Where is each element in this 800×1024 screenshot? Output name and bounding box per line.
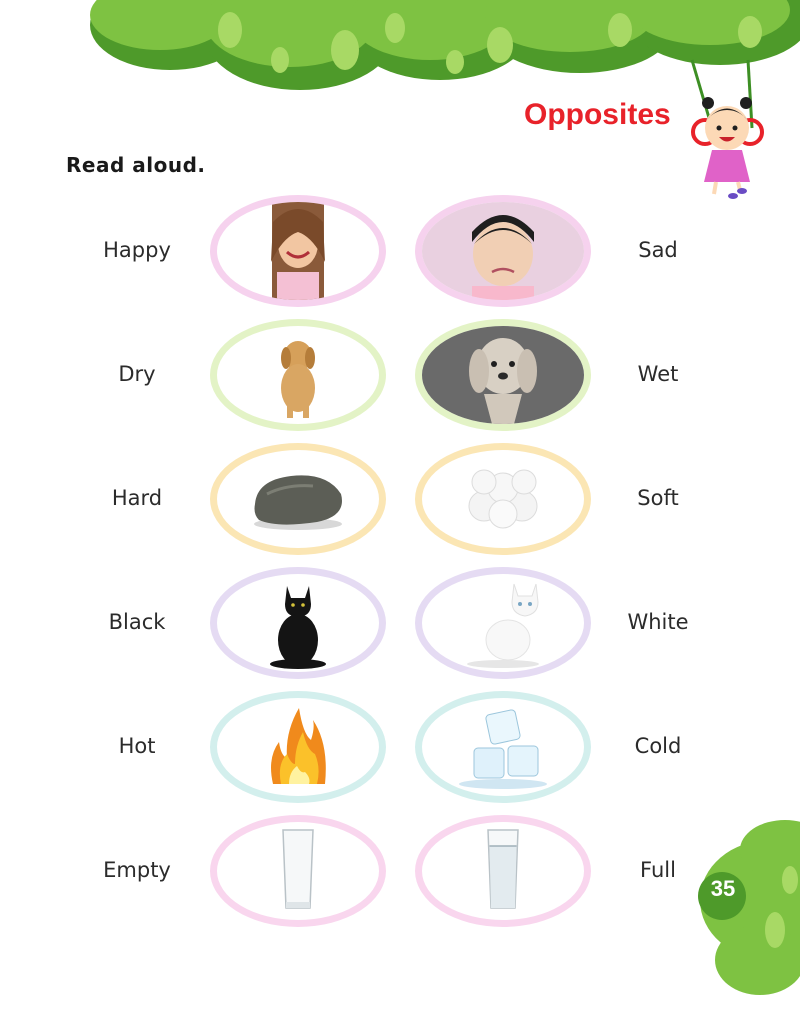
word-hot: Hot <box>118 734 156 758</box>
cotton-balls-photo <box>415 443 591 555</box>
pair-row-black-white: Black White <box>0 567 800 679</box>
word-soft: Soft <box>637 486 679 510</box>
smiling-girl-photo <box>210 195 386 307</box>
word-full: Full <box>640 858 676 882</box>
empty-glass-photo <box>210 815 386 927</box>
fire-photo <box>210 691 386 803</box>
word-hard: Hard <box>111 486 163 510</box>
pair-row-dry-wet: Dry Wet <box>0 319 800 431</box>
word-dry: Dry <box>118 362 156 386</box>
sad-toddler-photo <box>415 195 591 307</box>
word-wet: Wet <box>637 362 679 386</box>
word-happy: Happy <box>103 238 171 262</box>
word-sad: Sad <box>638 238 678 262</box>
pair-row-hard-soft: Hard Soft <box>0 443 800 555</box>
page-number: 35 <box>710 876 736 901</box>
rock-photo <box>210 443 386 555</box>
instruction-text: Read aloud. <box>66 153 206 177</box>
pair-row-happy-sad: Happy Sad <box>0 195 800 307</box>
dry-dog-photo <box>210 319 386 431</box>
pair-row-hot-cold: Hot Cold <box>0 691 800 803</box>
page-title: Opposites <box>524 98 671 131</box>
word-white: White <box>627 610 689 634</box>
ice-cubes-photo <box>415 691 591 803</box>
word-empty: Empty <box>103 858 171 882</box>
tree-foliage-decoration <box>90 0 800 90</box>
word-cold: Cold <box>634 734 682 758</box>
word-black: Black <box>108 610 166 634</box>
white-kitten-photo <box>415 567 591 679</box>
pair-row-empty-full: Empty Full <box>0 815 800 927</box>
full-glass-photo <box>415 815 591 927</box>
wet-dog-photo <box>415 319 591 431</box>
black-cat-photo <box>210 567 386 679</box>
